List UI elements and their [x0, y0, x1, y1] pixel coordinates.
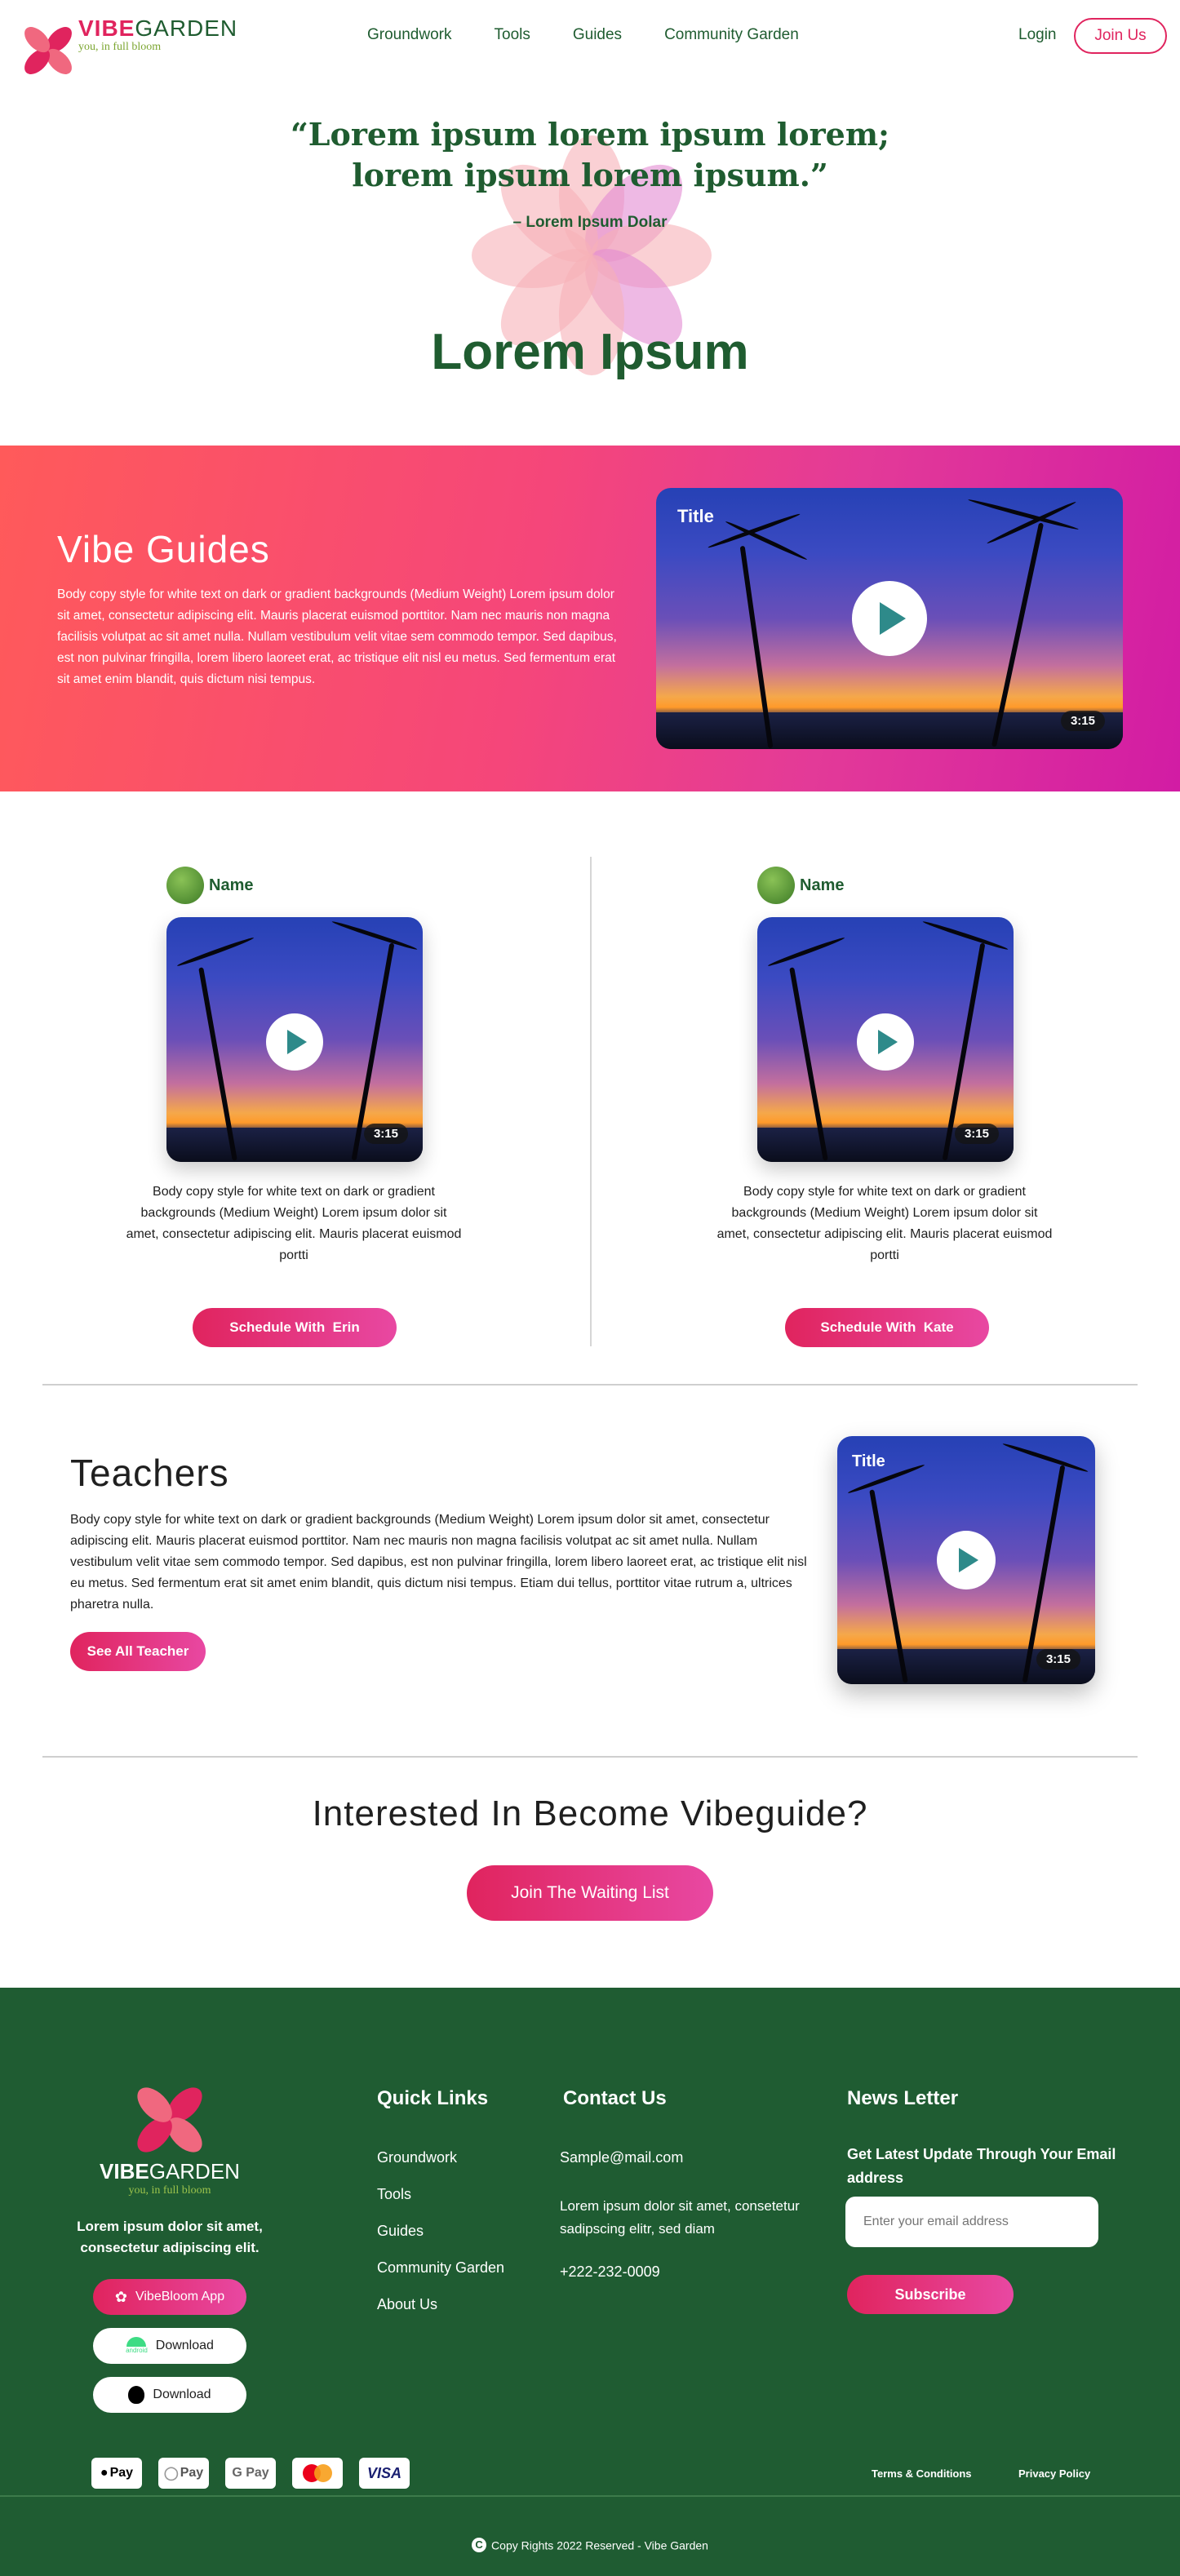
- hero-quote: “Lorem ipsum lorem ipsum lorem; lorem ip…: [290, 116, 890, 193]
- hero-title: Lorem Ipsum: [431, 324, 749, 380]
- play-icon[interactable]: [266, 1013, 323, 1071]
- section-divider: [42, 1384, 1138, 1386]
- footer-brand-rest: GARDEN: [149, 2159, 240, 2184]
- see-all-teacher-button[interactable]: See All Teacher: [70, 1632, 206, 1671]
- footer-link-guides[interactable]: Guides: [377, 2223, 424, 2240]
- schedule-kate-button[interactable]: Schedule With Kate: [785, 1308, 989, 1347]
- guide-name: Name: [800, 876, 845, 894]
- footer-link-tools[interactable]: Tools: [377, 2186, 411, 2203]
- teachers-title: Teachers: [70, 1452, 229, 1494]
- join-us-button[interactable]: Join Us: [1074, 18, 1167, 54]
- contact-phone[interactable]: +222-232-0009: [560, 2263, 660, 2281]
- brand-name: VIBEGARDEN: [78, 16, 238, 41]
- teachers-video[interactable]: Title 3:15: [837, 1436, 1095, 1684]
- avatar: [757, 867, 795, 904]
- guide-video[interactable]: 3:15: [166, 917, 423, 1162]
- cta-title: Interested In Become Vibeguide?: [312, 1793, 868, 1833]
- nav-link-groundwork[interactable]: Groundwork: [367, 26, 452, 44]
- guide-video[interactable]: 3:15: [757, 917, 1014, 1162]
- flower-logo-icon: [131, 2081, 209, 2159]
- copyright-icon: C: [472, 2538, 487, 2553]
- video-duration: 3:15: [1036, 1649, 1080, 1669]
- copyright: C Copy Rights 2022 Reserved - Vibe Garden: [0, 2538, 1180, 2553]
- samsung-pay-icon: ◯ Pay: [158, 2458, 209, 2489]
- android-icon: android: [126, 2337, 148, 2355]
- top-nav: VIBEGARDEN you, in full bloom Groundwork…: [0, 0, 1180, 79]
- terms-link[interactable]: Terms & Conditions: [872, 2467, 972, 2480]
- app-button-label: VibeBloom App: [135, 2290, 225, 2303]
- play-icon[interactable]: [937, 1531, 996, 1589]
- video-title: Title: [677, 506, 714, 526]
- footer-divider: [0, 2495, 1180, 2497]
- quick-links-title: Quick Links: [377, 2087, 489, 2109]
- footer-link-community-garden[interactable]: Community Garden: [377, 2259, 504, 2277]
- contact-address: Lorem ipsum dolor sit amet, consetetur s…: [560, 2198, 800, 2237]
- avatar: [166, 867, 204, 904]
- banner-title: Vibe Guides: [57, 528, 270, 570]
- nav-link-community-garden[interactable]: Community Garden: [664, 26, 799, 44]
- footer-description: Lorem ipsum dolor sit amet, consectetur …: [77, 2219, 263, 2255]
- section-divider: [42, 1756, 1138, 1758]
- apple-pay-icon: ● Pay: [91, 2458, 142, 2489]
- copyright-text: Copy Rights 2022 Reserved - Vibe Garden: [491, 2538, 708, 2552]
- video-duration: 3:15: [363, 1124, 408, 1144]
- play-icon[interactable]: [852, 581, 927, 656]
- nav-link-tools[interactable]: Tools: [495, 26, 530, 44]
- mastercard-icon: [292, 2458, 343, 2489]
- schedule-erin-button[interactable]: Schedule With Erin: [193, 1308, 397, 1347]
- join-waiting-list-button[interactable]: Join The Waiting List: [467, 1865, 713, 1921]
- flower-logo-icon: ✿: [114, 2288, 127, 2305]
- video-duration: 3:15: [954, 1124, 999, 1144]
- login-link[interactable]: Login: [1018, 26, 1057, 44]
- nav-link-guides[interactable]: Guides: [573, 26, 622, 44]
- contact-email[interactable]: Sample@mail.com: [560, 2149, 683, 2166]
- play-icon[interactable]: [857, 1013, 914, 1071]
- video-title: Title: [852, 1452, 885, 1470]
- guide-name: Name: [209, 876, 254, 894]
- contact-title: Contact Us: [563, 2087, 667, 2109]
- subscribe-button[interactable]: Subscribe: [847, 2275, 1014, 2314]
- video-duration: 3:15: [1060, 711, 1105, 731]
- brand-tagline: you, in full bloom: [78, 41, 162, 53]
- footer-logo[interactable]: VIBEGARDEN you, in full bloom: [98, 2081, 242, 2197]
- brand-logo[interactable]: VIBEGARDEN you, in full bloom: [20, 11, 238, 79]
- footer-link-about-us[interactable]: About Us: [377, 2296, 437, 2313]
- footer-tagline: you, in full bloom: [128, 2184, 211, 2197]
- profiles-divider: [590, 857, 592, 1346]
- flower-logo-icon: [20, 11, 77, 79]
- guide-description: Body copy style for white text on dark o…: [716, 1185, 1053, 1262]
- quote-author: – Lorem Ipsum Dolar: [512, 214, 668, 231]
- android-download-button[interactable]: android Download: [93, 2328, 246, 2364]
- privacy-link[interactable]: Privacy Policy: [1018, 2467, 1090, 2480]
- newsletter-title: News Letter: [847, 2087, 959, 2109]
- banner-video[interactable]: Title 3:15: [656, 488, 1123, 749]
- ios-download-button[interactable]: Download: [93, 2377, 246, 2413]
- guide-description: Body copy style for white text on dark o…: [126, 1185, 462, 1262]
- android-button-label: Download: [155, 2339, 214, 2352]
- footer-link-groundwork[interactable]: Groundwork: [377, 2149, 457, 2166]
- vibebloom-app-button[interactable]: ✿ VibeBloom App: [93, 2279, 246, 2315]
- footer-brand-bold: VIBE: [100, 2159, 149, 2184]
- apple-icon: [128, 2386, 145, 2404]
- banner-body: Body copy style for white text on dark o…: [57, 587, 617, 686]
- nav-links: Groundwork Tools Guides Community Garden: [367, 26, 799, 44]
- visa-icon: VISA: [359, 2458, 410, 2489]
- ios-button-label: Download: [153, 2388, 211, 2401]
- newsletter-text: Get Latest Update Through Your Email add…: [847, 2146, 1116, 2186]
- google-pay-icon: G Pay: [225, 2458, 276, 2489]
- teachers-body: Body copy style for white text on dark o…: [70, 1513, 807, 1612]
- newsletter-email-input[interactable]: [845, 2197, 1098, 2247]
